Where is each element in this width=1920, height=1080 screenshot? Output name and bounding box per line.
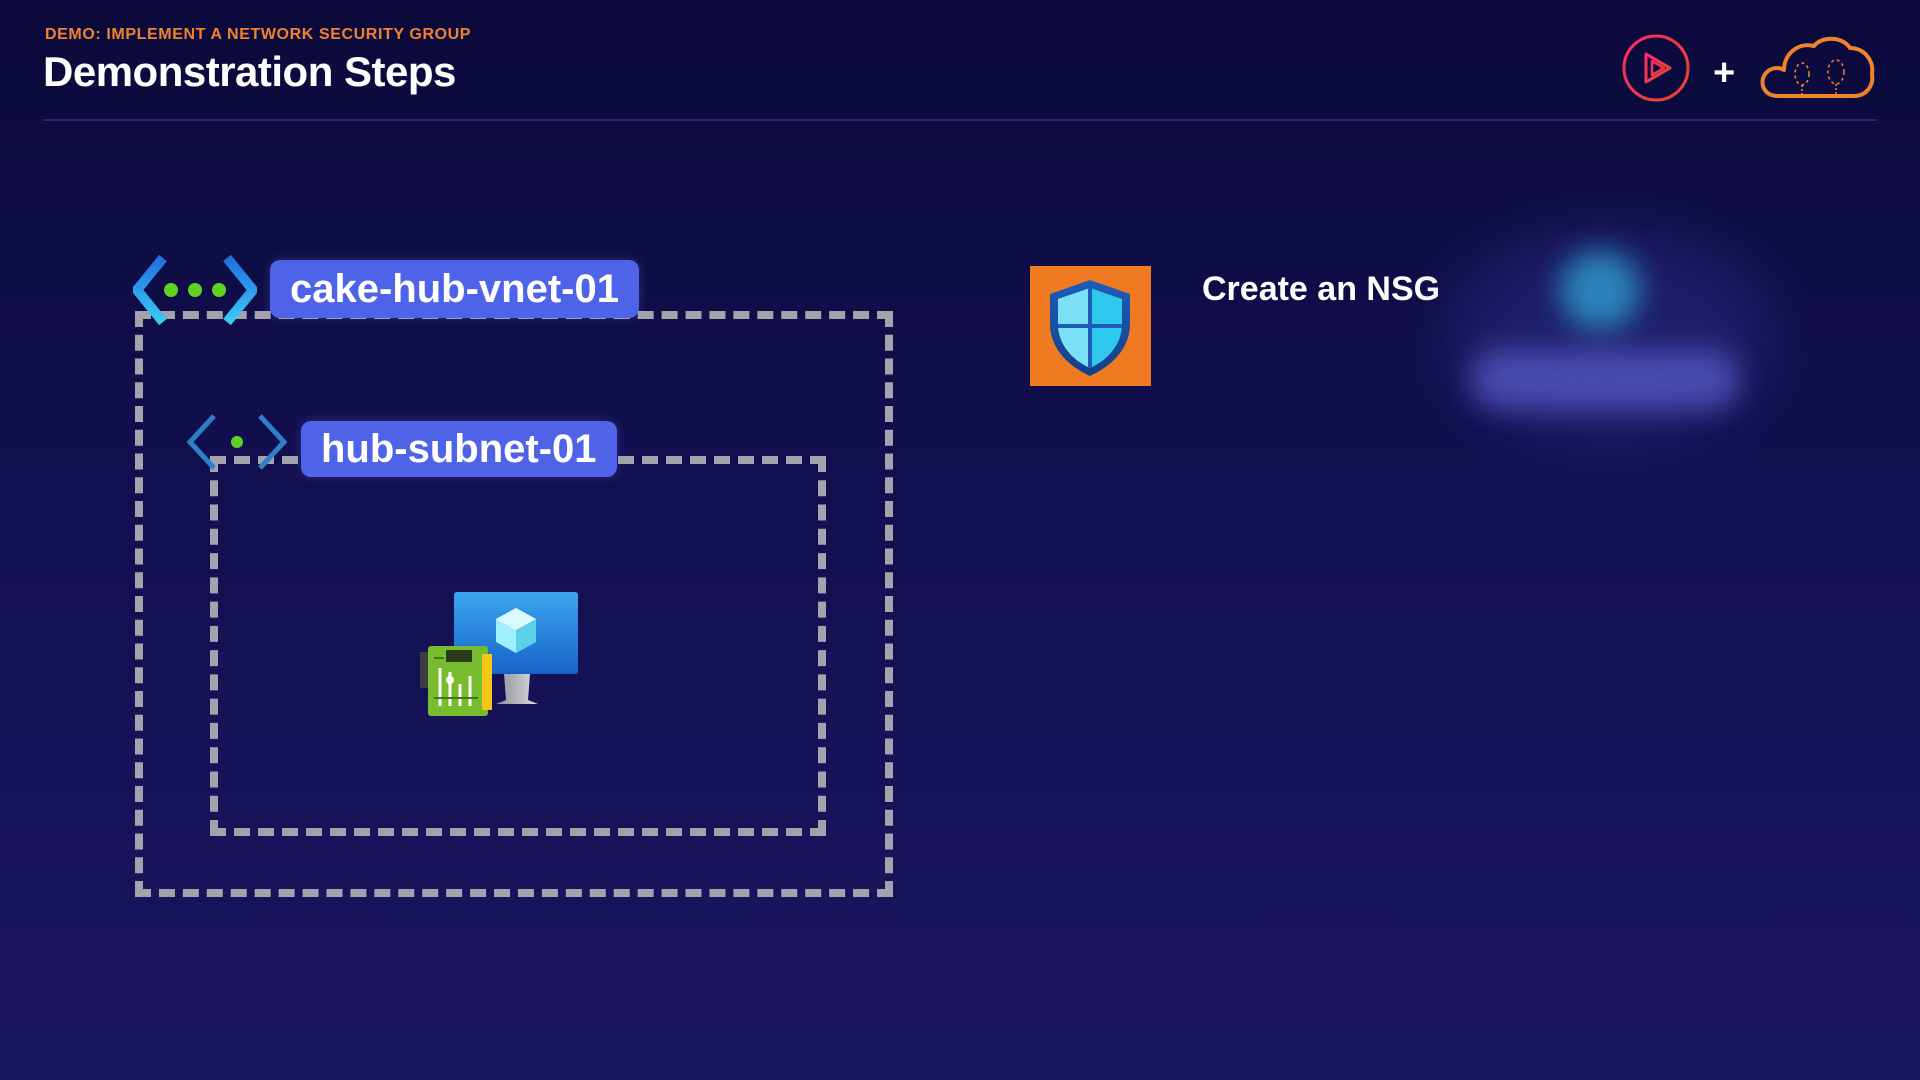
network-interface-icon — [420, 646, 492, 716]
virtual-machine-icon — [420, 592, 578, 716]
step-create-nsg: Create an NSG — [1202, 270, 1441, 308]
subnet-name-label: hub-subnet-01 — [301, 421, 617, 477]
header-divider — [43, 119, 1877, 121]
network-security-group-icon — [1050, 280, 1130, 376]
page-title: Demonstration Steps — [43, 48, 456, 95]
plus-sign: + — [1713, 52, 1736, 94]
decorative-glow-dot — [1560, 250, 1640, 330]
vnet-name-label: cake-hub-vnet-01 — [270, 260, 639, 318]
decorative-glow-bar — [1470, 350, 1740, 410]
pluralsight-logo — [1622, 34, 1690, 102]
virtual-network-icon — [133, 254, 257, 326]
cloud-logo — [1760, 36, 1875, 98]
nsg-tile — [1030, 266, 1151, 386]
section-eyebrow: DEMO: IMPLEMENT A NETWORK SECURITY GROUP — [45, 26, 472, 43]
subnet-icon — [186, 414, 288, 470]
